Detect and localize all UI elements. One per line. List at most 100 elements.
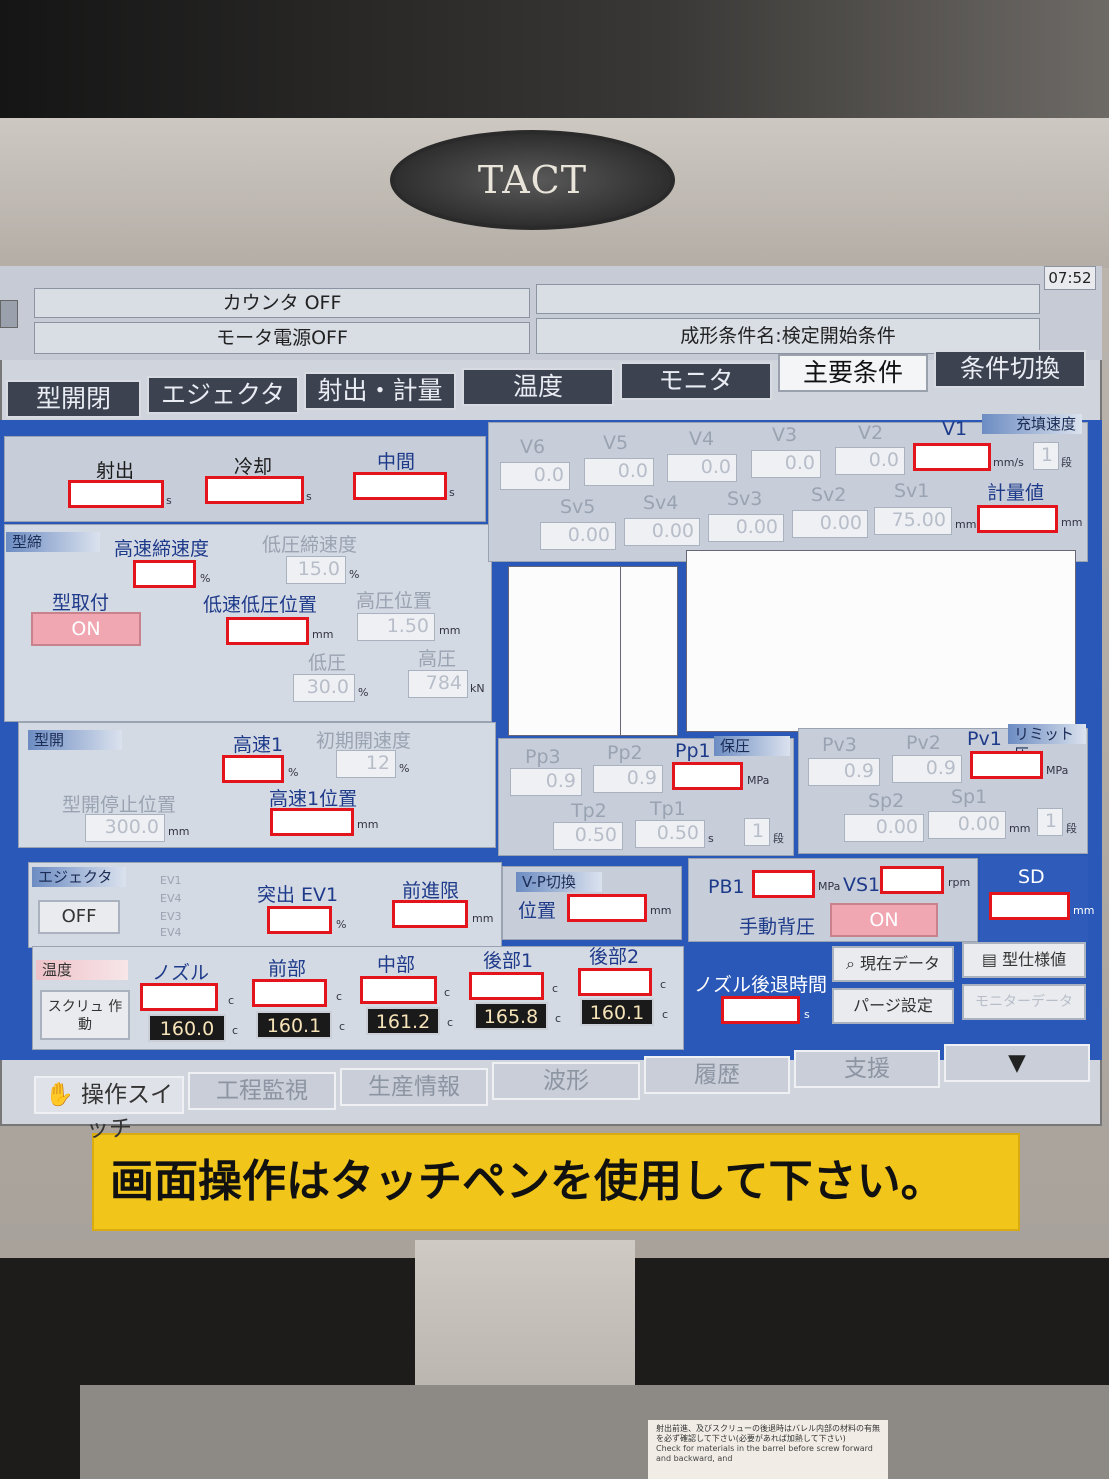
sv1-value[interactable]: 75.00 <box>874 507 952 535</box>
clock: 07:52 <box>1044 266 1096 290</box>
sv4-value[interactable]: 0.00 <box>624 518 700 546</box>
bottom-tab-waveform[interactable]: 波形 <box>492 1062 640 1100</box>
high-pressure-value[interactable]: 784 <box>408 670 468 698</box>
pp1-field[interactable] <box>672 762 743 790</box>
tab-injection-metering[interactable]: 射出・計量 <box>304 372 456 410</box>
rear1-set-field[interactable] <box>469 972 544 1000</box>
front-set-field[interactable] <box>252 979 327 1007</box>
push-ev1-field[interactable] <box>267 906 332 934</box>
tab-temperature[interactable]: 温度 <box>462 368 614 406</box>
rear2-set-field[interactable] <box>578 968 652 996</box>
mold-spec-button[interactable]: ▤ 型仕様値 <box>962 942 1086 978</box>
nozzle-retract-label: ノズル後退時間 <box>694 974 828 996</box>
mold-spec-icon: ▤ <box>981 950 997 969</box>
vs1-unit: rpm <box>948 876 971 889</box>
bottom-tab-operation-switch[interactable]: ✋ 操作スイッチ <box>34 1076 184 1142</box>
bottom-tab-support[interactable]: 支援 <box>794 1050 940 1088</box>
v1-field[interactable] <box>913 443 991 471</box>
inject-time-unit: s <box>166 494 172 507</box>
sd-field[interactable] <box>989 892 1070 920</box>
high-pressure-pos-value[interactable]: 1.50 <box>357 613 435 641</box>
high1-pos-field[interactable] <box>270 808 354 836</box>
screw-run-button[interactable]: スクリュ 作動 <box>40 990 130 1040</box>
v2-label: V2 <box>858 422 884 444</box>
nozzle-set-field[interactable] <box>140 983 218 1011</box>
header-blank <box>536 284 1040 314</box>
bottom-tab-production-info[interactable]: 生産情報 <box>340 1068 488 1106</box>
sd-unit: mm <box>1073 904 1095 917</box>
open-high1-label: 高速1 <box>233 734 284 756</box>
fill-stage-value[interactable]: 1 <box>1033 442 1059 470</box>
v6-value[interactable]: 0.0 <box>500 462 570 490</box>
initial-open-speed-value[interactable]: 12 <box>336 750 396 778</box>
ejector-toggle[interactable]: OFF <box>38 900 120 934</box>
pb1-field[interactable] <box>752 870 815 898</box>
low-pressure-speed-value[interactable]: 15.0 <box>286 556 346 584</box>
open-high1-unit: % <box>288 766 299 779</box>
printer-icon[interactable] <box>0 300 18 328</box>
tp1-value[interactable]: 0.50 <box>635 820 705 848</box>
middle-set-field[interactable] <box>360 976 437 1004</box>
metering-unit: mm <box>1061 516 1083 529</box>
v5-value[interactable]: 0.0 <box>584 458 654 486</box>
ev-label-2: EV4 <box>160 892 182 905</box>
rear1-actual: 165.8 <box>474 1002 548 1030</box>
sp1-value[interactable]: 0.00 <box>928 811 1006 839</box>
cool-time-unit: s <box>306 490 312 503</box>
tab-main-conditions[interactable]: 主要条件 <box>778 354 928 392</box>
vp-switch-tag: V-P切換 <box>516 872 602 892</box>
manual-back-pressure-toggle[interactable]: ON <box>830 903 938 937</box>
purge-settings-button[interactable]: パージ設定 <box>832 988 954 1024</box>
low-pressure-label: 低圧 <box>308 652 347 674</box>
high-pressure-unit: kN <box>470 682 485 695</box>
pv1-field[interactable] <box>970 751 1043 779</box>
pv2-value[interactable]: 0.9 <box>892 755 962 783</box>
bottom-tab-process-monitor[interactable]: 工程監視 <box>188 1072 336 1110</box>
brand-logo-text: TACT <box>477 158 588 202</box>
tab-mold-open-close[interactable]: 型開閉 <box>6 380 141 418</box>
pv3-value[interactable]: 0.9 <box>808 758 880 786</box>
initial-open-speed-unit: % <box>399 762 410 775</box>
middle-time-field[interactable] <box>353 472 447 500</box>
v3-value[interactable]: 0.0 <box>751 450 821 478</box>
mold-take-toggle[interactable]: ON <box>31 612 141 646</box>
sp2-value[interactable]: 0.00 <box>844 814 924 842</box>
pb1-unit: MPa <box>818 880 841 893</box>
tab-condition-switch[interactable]: 条件切換 <box>934 350 1086 388</box>
pp2-value[interactable]: 0.9 <box>593 765 663 793</box>
tp-unit: s <box>708 832 714 845</box>
hold-stage-unit: 段 <box>773 832 784 845</box>
nozzle-actual: 160.0 <box>148 1014 226 1042</box>
middle-label: 中部 <box>377 954 416 976</box>
limit-stage-value[interactable]: 1 <box>1037 808 1063 836</box>
v2-value[interactable]: 0.0 <box>835 447 905 475</box>
forward-limit-field[interactable] <box>392 900 468 928</box>
high-clamp-speed-field[interactable] <box>133 560 196 588</box>
sv5-value[interactable]: 0.00 <box>540 522 616 550</box>
open-high1-field[interactable] <box>222 755 284 783</box>
bottom-tab-more[interactable]: ▼ <box>944 1044 1090 1082</box>
bottom-tab-history[interactable]: 履歴 <box>644 1056 790 1094</box>
monitor-data-button[interactable]: モニターデータ <box>962 984 1086 1020</box>
nozzle-retract-field[interactable] <box>721 996 800 1024</box>
operation-switch-icon: ✋ <box>45 1082 74 1108</box>
v4-value[interactable]: 0.0 <box>667 454 737 482</box>
sv2-value[interactable]: 0.00 <box>792 510 868 538</box>
low-pressure-value[interactable]: 30.0 <box>293 674 355 702</box>
inject-time-field[interactable] <box>68 480 164 508</box>
metering-field[interactable] <box>977 505 1058 533</box>
vs1-field[interactable] <box>880 866 944 894</box>
open-stop-pos-value[interactable]: 300.0 <box>85 814 165 842</box>
touch-pen-label-text: 画面操作はタッチペンを使用して下さい。 <box>110 1156 945 1207</box>
pp3-value[interactable]: 0.9 <box>510 768 582 796</box>
low-speed-low-pressure-pos-field[interactable] <box>226 617 309 645</box>
current-data-button[interactable]: ⌕ 現在データ <box>832 946 954 982</box>
tab-monitor[interactable]: モニタ <box>620 362 772 400</box>
vp-position-field[interactable] <box>567 894 647 922</box>
sv3-value[interactable]: 0.00 <box>708 514 784 542</box>
cool-time-field[interactable] <box>205 476 304 504</box>
tp2-value[interactable]: 0.50 <box>553 822 623 850</box>
tab-ejector[interactable]: エジェクタ <box>147 376 299 414</box>
hold-stage-value[interactable]: 1 <box>744 818 770 846</box>
rear2-label: 後部2 <box>589 946 640 968</box>
